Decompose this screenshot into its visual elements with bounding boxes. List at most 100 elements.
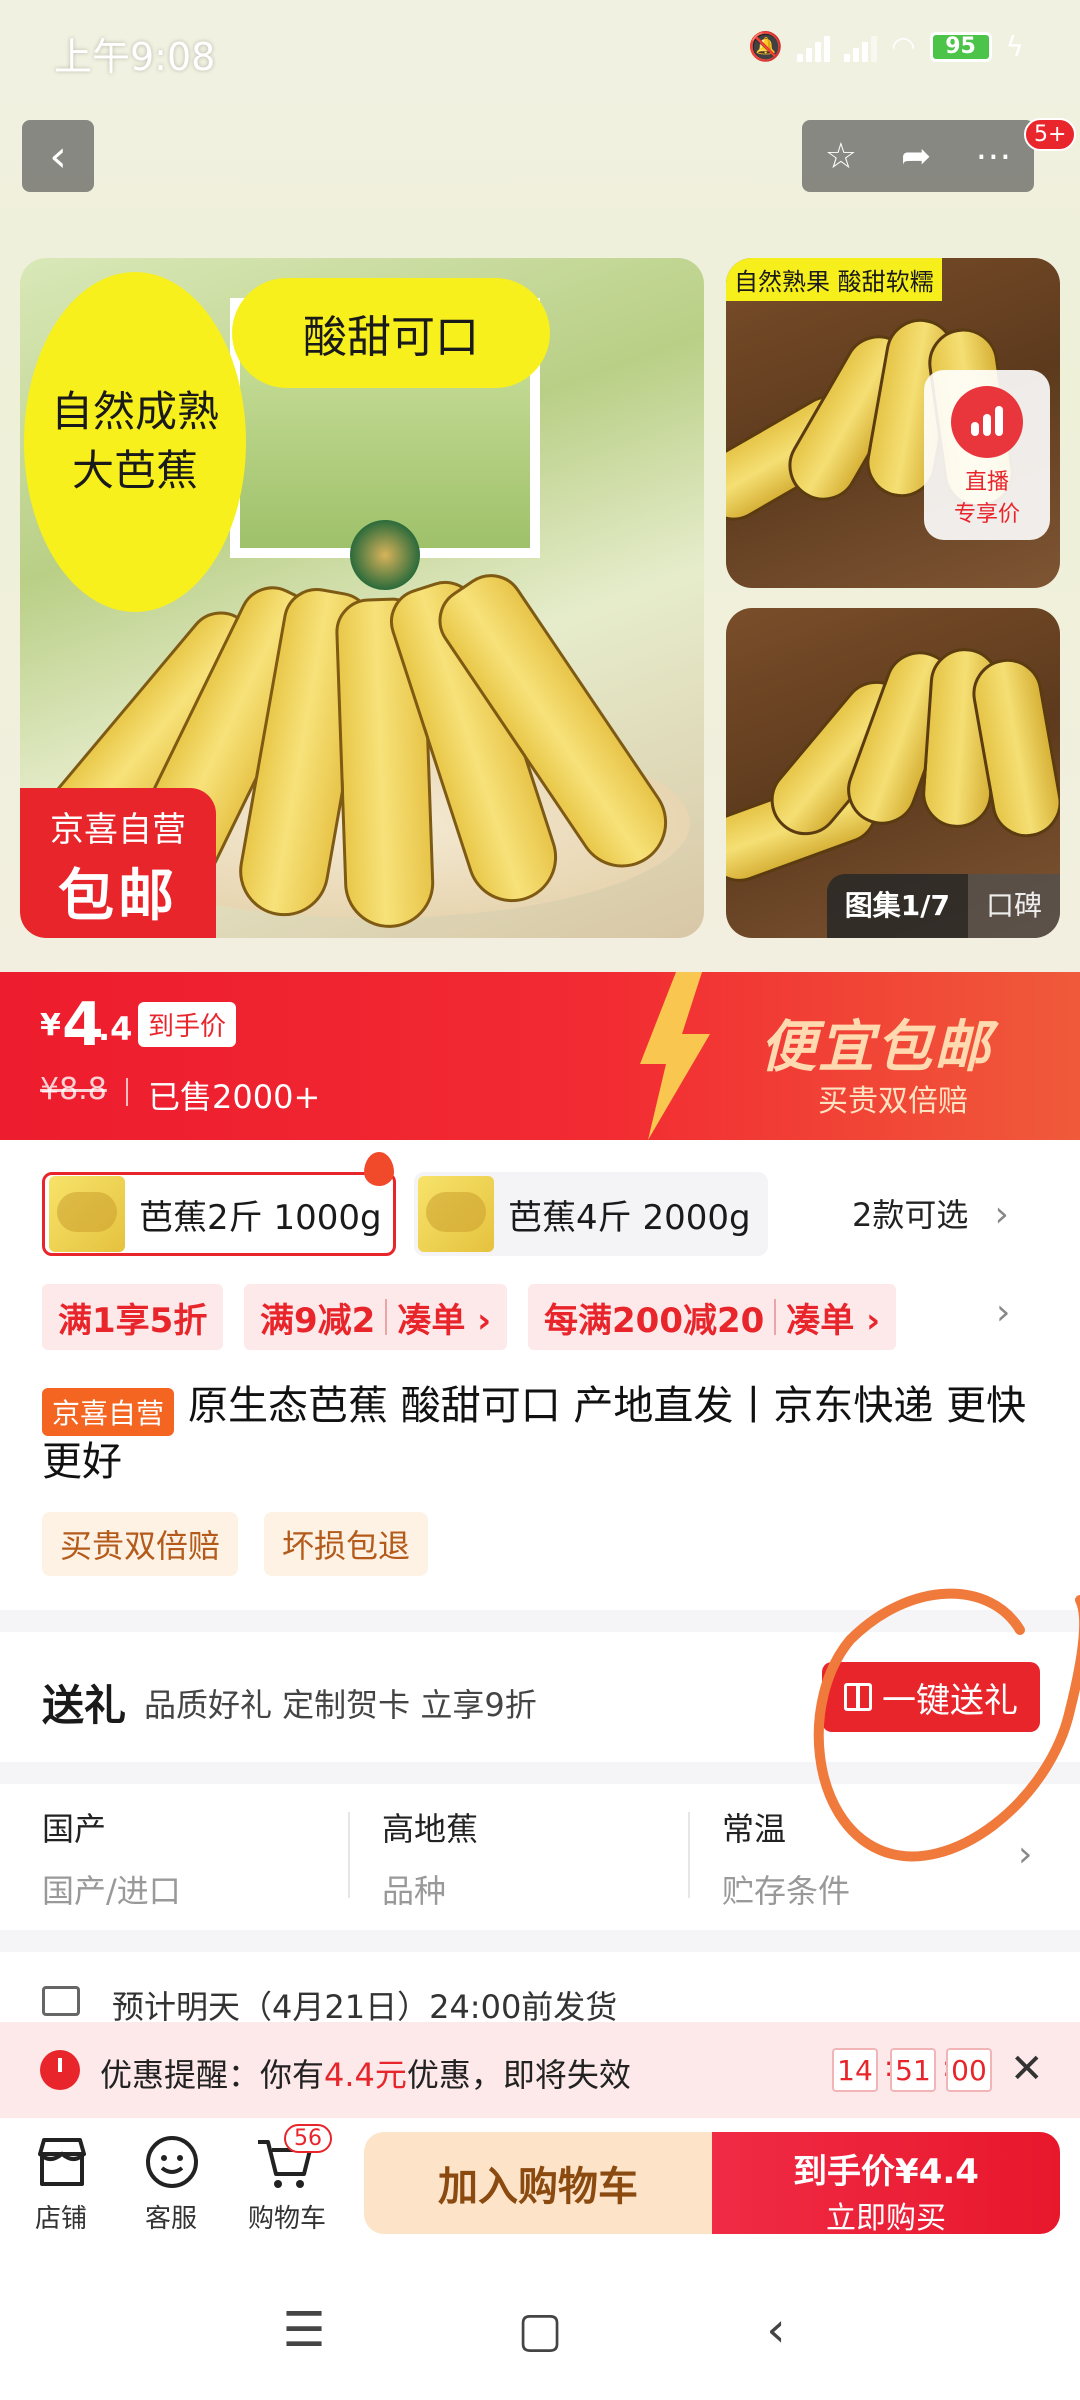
home-icon[interactable]: ▢ [500, 2290, 580, 2370]
gift-subtitle: 品质好礼 定制贺卡 立享9折 [144, 1686, 537, 1724]
service-tag: 坏损包退 [264, 1512, 429, 1576]
mute-icon: 🔕 [748, 30, 784, 63]
buy-now-label: 立即购买 [826, 2201, 946, 2236]
coupon-text: 每满200减20 [544, 1300, 765, 1341]
hand-drawn-circle-annotation [813, 1588, 1080, 1862]
notification-badge: 5+ [1024, 118, 1077, 151]
battery-icon: 95 [929, 31, 992, 62]
coupon-text: 满9减2 [260, 1300, 376, 1341]
charging-icon: ϟ [1005, 30, 1024, 63]
ripe-label: 自然成熟 大芭蕉 [24, 272, 246, 612]
attribute-divider [688, 1812, 690, 1898]
attribute-value: 国产 [42, 1810, 107, 1848]
close-icon[interactable]: ✕ [1010, 2046, 1044, 2092]
cart-count-badge: 56 [284, 2124, 332, 2153]
countdown-hours: 14 [832, 2048, 878, 2092]
live-icon [951, 386, 1023, 458]
promo-subtitle: 买贵双倍赔 [818, 1084, 968, 1119]
coupon-chip[interactable]: 每满200减20 凑单 › [528, 1284, 897, 1350]
gift-title: 送礼 [42, 1681, 127, 1730]
buy-now-price: 到手价¥4.4 [793, 2152, 979, 2192]
sku-summary[interactable]: 2款可选 › [852, 1190, 1009, 1236]
final-price-tag: 到手价 [138, 1002, 237, 1047]
attribute-key: 贮存条件 [722, 1872, 851, 1910]
coupon-chip[interactable]: 满1享5折 [42, 1284, 224, 1350]
coupon-divider [385, 1299, 388, 1335]
sold-count: 已售2000+ [148, 1078, 321, 1116]
price-decimal: .4 [98, 1010, 133, 1048]
jingxi-badge-line-1: 京喜自营 [50, 810, 186, 850]
wifi-icon: ◠ [891, 30, 916, 63]
coupon-divider [774, 1299, 777, 1335]
add-to-cart-button[interactable]: 加入购物车 [364, 2132, 712, 2234]
sku-option-1[interactable]: 芭蕉2斤 1000g [42, 1172, 396, 1256]
sku-thumbnail [49, 1176, 125, 1252]
price-separator [126, 1078, 128, 1106]
coupon-action: 凑单 › [397, 1300, 492, 1341]
top-actions: ☆ ➦ ⋯ [802, 120, 1034, 192]
sku-summary-label: 2款可选 [852, 1196, 969, 1234]
truck-icon [42, 1986, 80, 2016]
reminder-prefix: 优惠提醒：你有 [100, 2056, 325, 2094]
share-icon[interactable]: ➦ [901, 136, 931, 177]
thumbnail-tag: 自然熟果 酸甜软糯 [726, 258, 942, 301]
status-bar: 上午9:08 🔕 ◠ 95 ϟ [0, 0, 1080, 96]
product-title: 原生态芭蕉 酸甜可口 产地直发丨京东快递 更快更好 [42, 1383, 1027, 1485]
attribute-divider [348, 1812, 350, 1898]
gallery-counter-bar: 图集1/7 口碑 [826, 874, 1060, 938]
banana-stem [350, 520, 420, 590]
status-icons: 🔕 ◠ 95 ϟ [748, 30, 1024, 63]
cart-label: 购物车 [247, 2204, 326, 2234]
main-product-image[interactable]: 自然成熟 大芭蕉 酸甜可口 京喜自营 包邮 [20, 258, 704, 938]
hot-flame-icon [364, 1152, 394, 1186]
reviews-tab[interactable]: 口碑 [967, 874, 1060, 938]
taste-label: 酸甜可口 [232, 278, 550, 388]
coupon-action: 凑单 › [786, 1300, 881, 1341]
back-icon[interactable]: ‹ [736, 2290, 816, 2370]
gallery-counter[interactable]: 图集1/7 [826, 874, 968, 938]
promo-title: 便宜包邮 [760, 1015, 992, 1080]
chevron-left-icon: ‹ [49, 130, 67, 182]
attribute-value: 高地蕉 [382, 1810, 479, 1848]
jingxi-badge: 京喜自营 包邮 [20, 788, 216, 938]
store-label: 店铺 [34, 2204, 87, 2234]
reminder-suffix: 优惠，即将失效 [406, 2056, 631, 2094]
ripe-label-line-2: 大芭蕉 [71, 446, 198, 495]
reminder-amount: 4.4元 [324, 2056, 407, 2094]
customer-service-icon[interactable] [142, 2134, 202, 2190]
signal-icon [797, 32, 831, 62]
coupon-chip[interactable]: 满9减2 凑单 › [244, 1284, 508, 1350]
service-tag: 买贵双倍赔 [42, 1512, 239, 1576]
sku-option-2[interactable]: 芭蕉4斤 2000g [414, 1172, 768, 1256]
sku-thumbnail [418, 1176, 494, 1252]
customer-service-label: 客服 [144, 2204, 197, 2234]
attribute-key: 国产/进口 [42, 1872, 181, 1910]
price-currency: ¥ [40, 1008, 61, 1043]
ripe-label-line-1: 自然成熟 [50, 387, 219, 437]
chevron-right-icon[interactable]: › [996, 1292, 1010, 1333]
coupon-text: 满1享5折 [58, 1300, 208, 1341]
sku-label: 芭蕉4斤 2000g [508, 1197, 751, 1238]
countdown-seconds: 00 [946, 2048, 992, 2092]
menu-icon[interactable]: ☰ [264, 2290, 344, 2370]
clock-icon [40, 2050, 80, 2090]
section-divider [0, 1930, 1080, 1952]
reminder-text: 优惠提醒：你有4.4元优惠，即将失效 [100, 2050, 631, 2096]
thumbnail-image-1[interactable]: 自然熟果 酸甜软糯 直播 专享价 [726, 258, 1060, 588]
signal-icon-2 [844, 32, 878, 62]
live-label-2: 专享价 [953, 502, 1020, 527]
thumbnail-image-2[interactable]: 图集1/7 口碑 [726, 608, 1060, 938]
attribute-value: 常温 [722, 1810, 787, 1848]
more-icon[interactable]: ⋯ [975, 136, 1011, 177]
store-icon[interactable] [32, 2134, 92, 2190]
live-price-badge[interactable]: 直播 专享价 [924, 370, 1050, 540]
countdown-minutes: 51 [890, 2048, 936, 2092]
price-banner: ¥ 4 .4 到手价 ¥8.8 已售2000+ 便宜包邮 买贵双倍赔 [0, 972, 1080, 1140]
chevron-right-icon: › [994, 1194, 1009, 1235]
buy-now-button[interactable]: 到手价¥4.4 立即购买 [712, 2132, 1060, 2236]
original-price: ¥8.8 [40, 1072, 107, 1107]
back-button[interactable]: ‹ [22, 120, 94, 192]
favorite-star-icon[interactable]: ☆ [825, 136, 857, 177]
jingxi-badge-line-2: 包邮 [58, 864, 178, 929]
lightning-icon [640, 972, 710, 1140]
